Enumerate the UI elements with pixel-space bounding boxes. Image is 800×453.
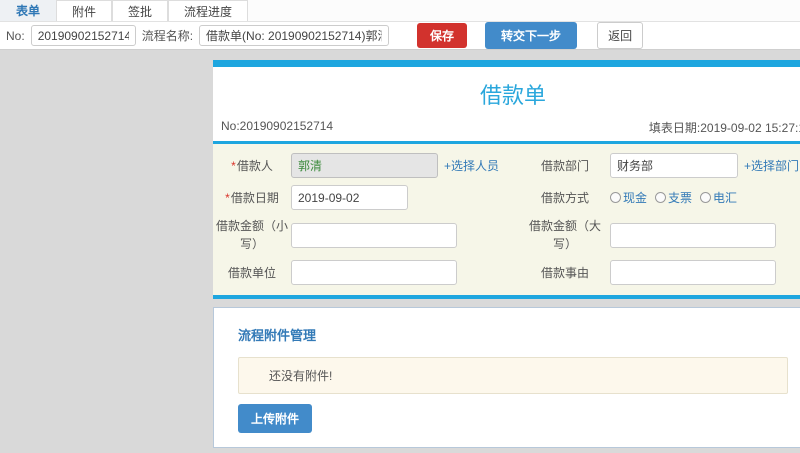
loan-method-label: 借款方式 — [540, 190, 589, 205]
select-department-link[interactable]: +选择部门 — [744, 157, 799, 174]
attachments-panel: 流程附件管理 还没有附件! 上传附件 — [213, 307, 800, 448]
loan-date-field[interactable] — [291, 185, 408, 210]
select-person-link[interactable]: +选择人员 — [444, 157, 499, 174]
radio-circle-icon[interactable] — [655, 192, 667, 203]
radio-cash[interactable]: 现金 — [610, 189, 647, 206]
amount-upper-field[interactable] — [610, 222, 776, 248]
tab-approval[interactable]: 签批 — [112, 0, 169, 21]
loan-unit-label: 借款单位 — [227, 265, 276, 280]
page-title: 借款单 — [479, 83, 546, 108]
command-bar: No: 流程名称: 保存 转交下一步 返回 — [0, 22, 800, 50]
panel-top-accent-bar — [213, 60, 800, 67]
upload-attachment-button[interactable]: 上传附件 — [238, 404, 313, 433]
fill-date: 填表日期:2019-09-02 15:27:1 — [648, 121, 800, 135]
form-row-borrower-department: *借款人 +选择人员 借款部门 +选择部门 — [213, 153, 800, 178]
radio-check[interactable]: 支票 — [655, 189, 692, 206]
loan-reason-label: 借款事由 — [540, 265, 589, 280]
borrower-field[interactable] — [291, 153, 438, 178]
loan-date-label: *借款日期 — [225, 190, 279, 205]
required-marker: * — [231, 158, 236, 173]
next-step-button[interactable]: 转交下一步 — [485, 22, 578, 49]
radio-circle-icon[interactable] — [610, 192, 621, 203]
form-row-date-method: *借款日期 借款方式 现金 支票 电汇 — [213, 185, 800, 210]
form-fields-area: *借款人 +选择人员 借款部门 +选择部门 *借款日期 借款方式 — [213, 144, 800, 295]
amount-upper-label: 借款金额（大写） — [528, 219, 601, 251]
radio-wire[interactable]: 电汇 — [700, 189, 737, 206]
loan-method-radio-group: 现金 支票 电汇 — [610, 189, 737, 206]
loan-form-panel: 借款单 No:20190902152714 填表日期:2019-09-02 15… — [213, 60, 800, 299]
department-label: 借款部门 — [540, 158, 589, 173]
top-header: 表单 附件 签批 流程进度 No: 流程名称: 保存 转交下一步 返回 — [0, 0, 800, 50]
loan-unit-field[interactable] — [291, 260, 457, 285]
form-meta-row: No:20190902152714 填表日期:2019-09-02 15:27:… — [213, 119, 800, 141]
process-name-input[interactable] — [199, 25, 390, 46]
department-field[interactable] — [610, 153, 738, 178]
amount-lower-label: 借款金额（小写） — [215, 219, 288, 251]
save-button[interactable]: 保存 — [417, 23, 468, 48]
tab-form[interactable]: 表单 — [0, 0, 57, 21]
main-content: 借款单 No:20190902152714 填表日期:2019-09-02 15… — [213, 60, 800, 453]
no-label: No: — [6, 28, 25, 43]
no-attachments-alert: 还没有附件! — [238, 357, 788, 394]
required-marker: * — [225, 190, 230, 205]
loan-reason-field[interactable] — [610, 260, 776, 285]
process-name-label: 流程名称: — [141, 29, 194, 43]
tab-attachments[interactable]: 附件 — [56, 0, 113, 21]
tab-process-progress[interactable]: 流程进度 — [168, 0, 249, 21]
form-row-unit-reason: 借款单位 借款事由 — [213, 260, 800, 285]
doc-number: No:20190902152714 — [221, 119, 334, 133]
borrower-label: *借款人 — [231, 158, 273, 173]
form-row-amounts: 借款金额（小写） 借款金额（大写） — [213, 217, 800, 253]
attachments-heading: 流程附件管理 — [238, 328, 317, 343]
tab-bar: 表单 附件 签批 流程进度 — [0, 0, 800, 22]
back-button[interactable]: 返回 — [597, 22, 644, 49]
no-input[interactable] — [30, 25, 136, 46]
radio-circle-icon[interactable] — [700, 192, 712, 203]
amount-lower-field[interactable] — [291, 222, 457, 248]
